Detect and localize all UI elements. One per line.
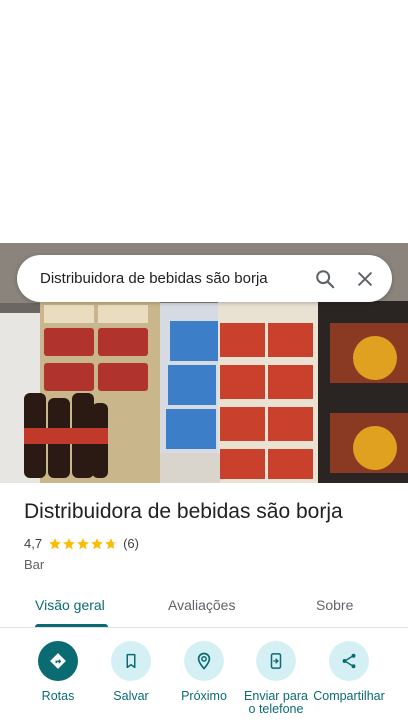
search-icon[interactable] <box>307 261 343 297</box>
directions-button[interactable]: Rotas <box>22 641 94 703</box>
review-count: (6) <box>123 536 139 551</box>
save-button[interactable]: Salvar <box>95 641 167 703</box>
share-button[interactable]: Compartilhar <box>313 641 385 703</box>
search-input[interactable]: Distribuidora de bebidas são borja <box>40 270 307 287</box>
directions-label: Rotas <box>41 689 75 703</box>
place-title: Distribuidora de bebidas são borja <box>24 500 343 523</box>
rating-value: 4,7 <box>24 536 43 551</box>
action-bar: Rotas Salvar Próximo Enviar para o telef… <box>0 641 408 726</box>
close-icon[interactable] <box>347 261 383 297</box>
send-to-phone-icon <box>256 641 296 681</box>
tab-about[interactable]: Sobre <box>316 583 353 627</box>
nearby-button[interactable]: Próximo <box>168 641 240 703</box>
nearby-icon <box>184 641 224 681</box>
active-tab-indicator <box>35 624 108 627</box>
star-icon <box>105 537 117 549</box>
send-to-phone-label: Enviar para o telefone <box>244 689 308 716</box>
save-label: Salvar <box>113 689 149 703</box>
bookmark-icon <box>111 641 151 681</box>
share-label: Compartilhar <box>313 689 385 703</box>
star-icon <box>49 537 61 549</box>
nearby-label: Próximo <box>181 689 227 703</box>
place-category: Bar <box>24 557 45 572</box>
directions-icon <box>38 641 78 681</box>
search-bar[interactable]: Distribuidora de bebidas são borja <box>17 255 392 302</box>
tab-bar: Visão geral Avaliações Sobre <box>0 583 408 628</box>
star-icon <box>63 537 75 549</box>
star-icon <box>91 537 103 549</box>
rating-row[interactable]: 4,7 (6) <box>24 536 139 551</box>
send-to-phone-button[interactable]: Enviar para o telefone <box>240 641 312 716</box>
rating-stars <box>48 537 118 551</box>
tab-overview[interactable]: Visão geral <box>35 583 105 627</box>
share-icon <box>329 641 369 681</box>
tab-reviews[interactable]: Avaliações <box>168 583 235 627</box>
star-icon <box>77 537 89 549</box>
